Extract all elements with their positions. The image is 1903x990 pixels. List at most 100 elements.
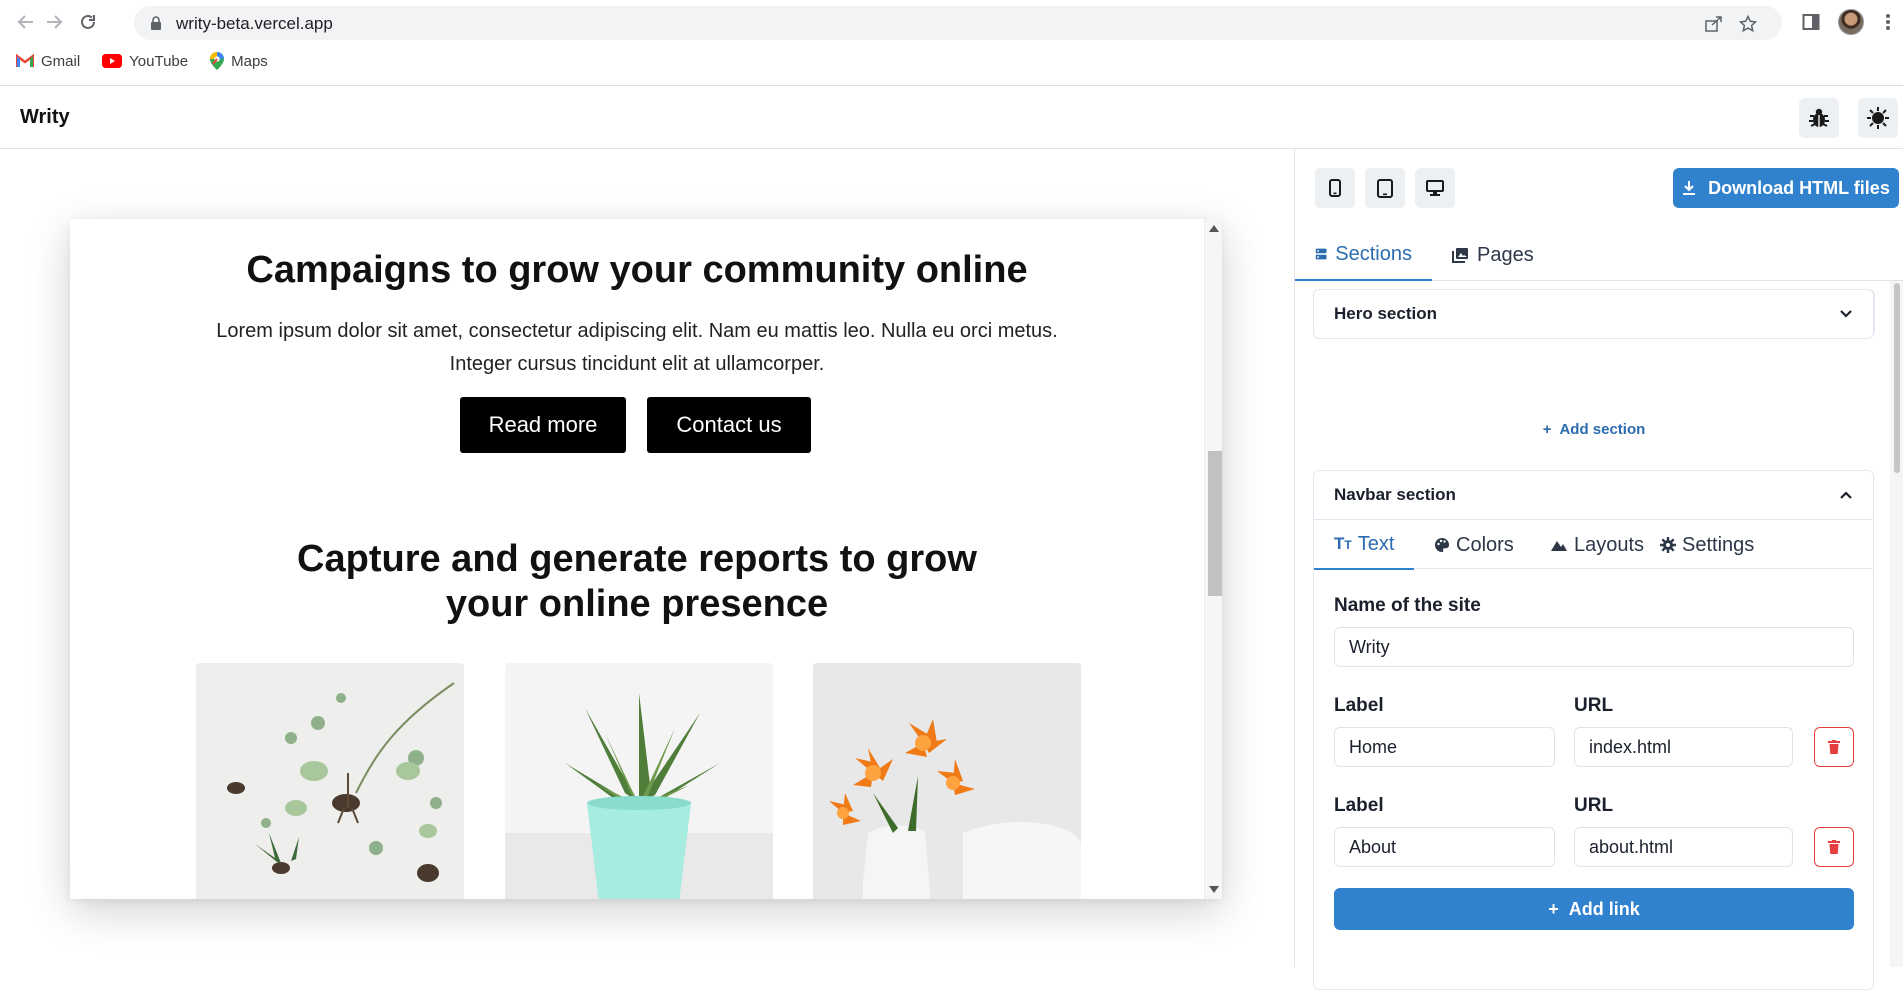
- side-panel-icon[interactable]: [1800, 8, 1822, 36]
- potted-aloe-image: [505, 663, 773, 899]
- tab-label: Sections: [1335, 242, 1412, 265]
- gmail-icon: [16, 54, 34, 67]
- download-icon: [1683, 181, 1696, 195]
- delete-link-button[interactable]: [1814, 827, 1854, 867]
- tab-label: Layouts: [1574, 533, 1645, 556]
- download-html-button[interactable]: Download HTML files: [1673, 168, 1899, 208]
- link-url-input[interactable]: about.html: [1574, 827, 1793, 867]
- desktop-icon: [1426, 180, 1444, 196]
- debug-button[interactable]: [1799, 98, 1839, 138]
- lock-icon: [151, 16, 161, 30]
- link-url-title: URL: [1574, 695, 1614, 716]
- app-header: Writy: [0, 86, 1903, 149]
- tab-settings[interactable]: Settings: [1640, 520, 1774, 570]
- link-label-title: Label: [1334, 795, 1384, 816]
- hero-section-title: Hero section: [1334, 304, 1437, 323]
- navbar-settings-tabs: TT Text Colors Layouts Settings: [1314, 519, 1873, 570]
- theme-toggle-icon: [1867, 107, 1889, 129]
- url-text: writy-beta.vercel.app: [176, 14, 333, 33]
- plus-icon: +: [1542, 420, 1552, 438]
- theme-toggle-button[interactable]: [1858, 98, 1898, 138]
- maps-icon: [210, 52, 225, 70]
- chevron-up-icon: [1840, 491, 1852, 499]
- forward-arrow-icon: [47, 15, 63, 29]
- bookmark-maps[interactable]: Maps: [210, 52, 268, 70]
- mobile-view-button[interactable]: [1315, 168, 1355, 208]
- navbar-section-title: Navbar section: [1334, 485, 1456, 504]
- tablet-icon: [1377, 178, 1393, 198]
- browser-chrome: writy-beta.vercel.app Gmail YouTube Maps: [0, 0, 1903, 86]
- navbar-section-header[interactable]: Navbar section: [1314, 471, 1873, 519]
- bookmark-label: Gmail: [41, 52, 81, 70]
- bookmark-gmail[interactable]: Gmail: [16, 52, 80, 70]
- download-label: Download HTML files: [1708, 177, 1890, 198]
- chrome-menu-icon[interactable]: [1880, 8, 1896, 36]
- forward-button[interactable]: [42, 10, 66, 34]
- add-section-label: Add section: [1559, 420, 1646, 438]
- read-more-button[interactable]: Read more: [460, 397, 626, 453]
- preview-area: Campaigns to grow your community online …: [0, 149, 1294, 967]
- reload-button[interactable]: [76, 10, 100, 34]
- preview-scrollbar[interactable]: [1204, 219, 1222, 899]
- text-icon: TT: [1334, 534, 1352, 553]
- bookmarks-bar: Gmail YouTube Maps: [16, 52, 268, 70]
- tab-pages[interactable]: Pages: [1432, 229, 1554, 281]
- layouts-icon: [1551, 541, 1567, 551]
- link-label-input[interactable]: Home: [1334, 727, 1555, 767]
- address-bar[interactable]: writy-beta.vercel.app: [134, 6, 1782, 40]
- avatar: [1838, 9, 1864, 35]
- scroll-up-icon[interactable]: [1209, 225, 1219, 232]
- orange-lilies-image: [813, 663, 1081, 899]
- bookmark-youtube[interactable]: YouTube: [102, 52, 188, 70]
- hero-section-header[interactable]: Hero section: [1314, 290, 1873, 338]
- hero-section-card[interactable]: Hero section: [1313, 289, 1874, 339]
- link-label-input[interactable]: About: [1334, 827, 1555, 867]
- delete-link-button[interactable]: [1814, 727, 1854, 767]
- site-name-input[interactable]: Writy: [1334, 627, 1854, 667]
- desktop-view-button[interactable]: [1415, 168, 1455, 208]
- bookmark-label: Maps: [231, 52, 268, 70]
- tab-label: Text: [1357, 532, 1395, 555]
- reload-icon: [81, 14, 95, 29]
- tab-label: Settings: [1682, 533, 1755, 556]
- tab-label: Pages: [1477, 243, 1534, 266]
- gear-icon: [1660, 537, 1676, 553]
- profile-avatar[interactable]: [1837, 8, 1865, 36]
- hero-text: Lorem ipsum dolor sit amet, consectetur …: [216, 320, 1058, 375]
- sections-icon: [1315, 248, 1327, 260]
- add-section-button[interactable]: + Add section: [1294, 414, 1894, 444]
- trash-icon: [1828, 740, 1840, 754]
- tablet-view-button[interactable]: [1365, 168, 1405, 208]
- palette-icon: [1435, 538, 1450, 552]
- tab-colors[interactable]: Colors: [1414, 520, 1534, 570]
- link-label-title: Label: [1334, 695, 1384, 716]
- succulents-image: [196, 663, 464, 899]
- chevron-down-icon: [1840, 310, 1852, 318]
- bookmark-label: YouTube: [129, 52, 189, 70]
- section-heading: Capture and generate reports to grow you…: [297, 538, 977, 625]
- pages-icon: [1452, 248, 1468, 263]
- back-arrow-icon: [17, 15, 33, 29]
- add-link-button[interactable]: + Add link: [1334, 888, 1854, 930]
- share-icon[interactable]: [1704, 15, 1724, 33]
- mobile-icon: [1329, 179, 1341, 197]
- scroll-down-icon[interactable]: [1209, 886, 1219, 893]
- scroll-thumb[interactable]: [1208, 451, 1222, 596]
- contact-us-button[interactable]: Contact us: [647, 397, 811, 453]
- back-button[interactable]: [14, 10, 38, 34]
- app-title: Writy: [20, 106, 70, 128]
- tab-sections[interactable]: Sections: [1295, 229, 1432, 281]
- panel-tabs: Sections Pages: [1295, 229, 1903, 281]
- add-link-label: Add link: [1568, 898, 1640, 919]
- link-url-input[interactable]: index.html: [1574, 727, 1793, 767]
- navbar-section-card: Navbar section TT Text Colors Layouts Se…: [1313, 470, 1874, 990]
- tab-label: Colors: [1456, 533, 1514, 556]
- bookmark-star-icon[interactable]: [1738, 15, 1758, 33]
- link-url-title: URL: [1574, 795, 1614, 816]
- tab-text[interactable]: TT Text: [1314, 520, 1414, 570]
- preview-content: Campaigns to grow your community online …: [70, 219, 1204, 899]
- panel-scrollbar[interactable]: [1890, 281, 1903, 967]
- youtube-icon: [102, 54, 123, 68]
- hero-heading: Campaigns to grow your community online: [246, 249, 1028, 291]
- plus-icon: +: [1548, 898, 1559, 919]
